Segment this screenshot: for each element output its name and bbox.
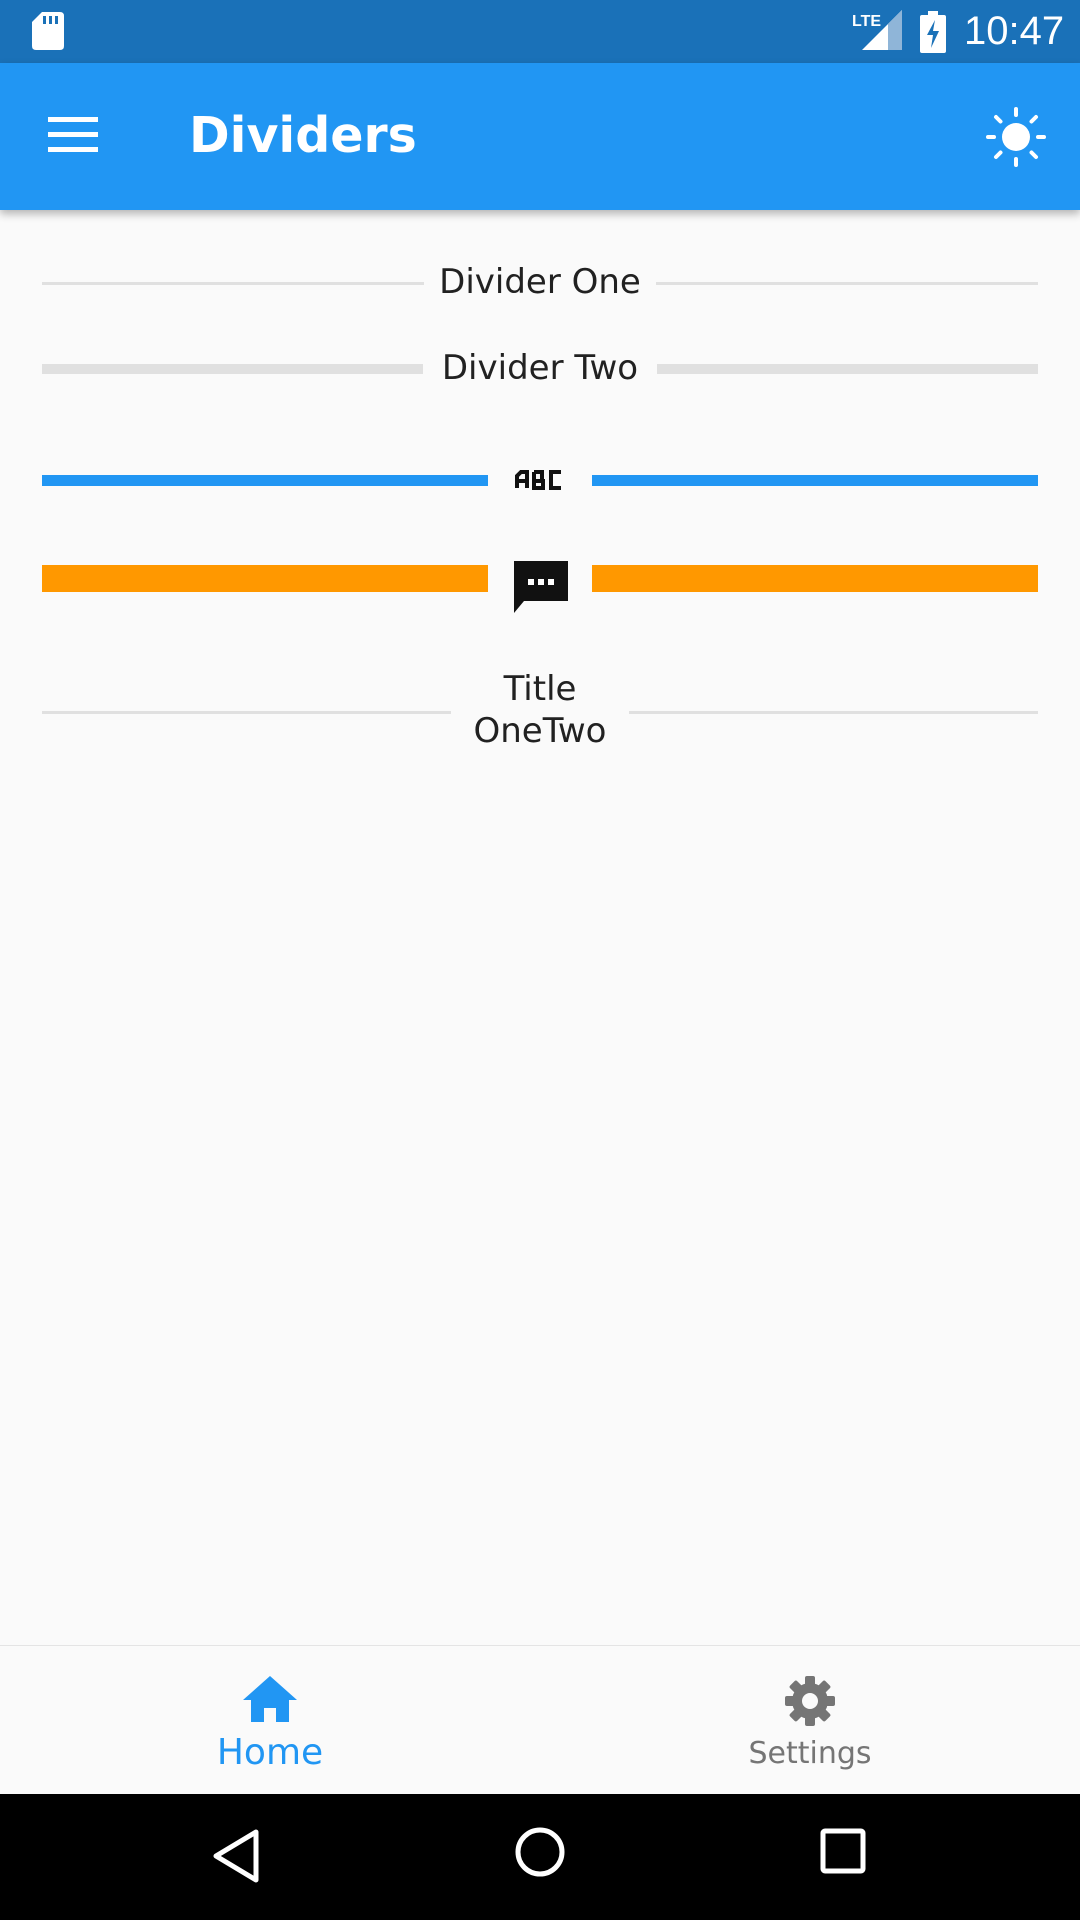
abc-icon — [514, 464, 566, 501]
sd-card-icon — [32, 12, 64, 55]
network-label: LTE — [852, 13, 881, 30]
divider-line-right — [629, 711, 1038, 714]
divider-list: Divider One Divider Two Title OneTwo — [0, 210, 1080, 1645]
divider-line-right — [656, 282, 1038, 285]
settings-icon — [783, 1674, 837, 1733]
page-title: Dividers — [189, 107, 417, 164]
divider-title-label: Title OneTwo — [451, 668, 629, 752]
battery-charging-icon — [920, 11, 946, 58]
screen: LTE 10:47 Dividers Divider One Divider T… — [0, 0, 1080, 1920]
chat-bubble-icon — [514, 561, 568, 618]
divider-line-left — [42, 475, 488, 486]
status-bar: LTE 10:47 — [0, 0, 1080, 63]
divider-two: Divider Two — [42, 347, 1038, 407]
divider-label: Divider One — [439, 262, 641, 302]
nav-label-home: Home — [216, 1732, 324, 1773]
home-circle-icon[interactable] — [514, 1826, 566, 1883]
nav-label-settings: Settings — [748, 1736, 872, 1771]
bottom-navigation: Home Settings — [0, 1645, 1080, 1794]
divider-title: Title OneTwo — [42, 668, 1038, 768]
divider-line-right — [657, 364, 1038, 374]
recents-icon[interactable] — [820, 1828, 866, 1879]
divider-line-left — [42, 711, 451, 714]
clock: 10:47 — [964, 9, 1065, 53]
system-nav-bar — [0, 1794, 1080, 1920]
menu-icon[interactable] — [48, 117, 98, 158]
divider-line-left — [42, 364, 423, 374]
brightness-icon[interactable] — [986, 107, 1046, 172]
divider-line-right — [592, 475, 1038, 486]
divider-chat — [42, 547, 1038, 627]
home-icon — [243, 1676, 297, 1727]
divider-line-right — [592, 565, 1038, 592]
app-bar: Dividers — [0, 63, 1080, 210]
divider-line-left — [42, 565, 488, 592]
divider-label-line2: OneTwo — [473, 711, 607, 751]
lte-signal-icon: LTE — [850, 10, 902, 55]
divider-one: Divider One — [42, 253, 1038, 303]
divider-abc — [42, 435, 1038, 515]
divider-label-line1: Title — [503, 669, 577, 709]
nav-item-home[interactable]: Home — [0, 1646, 540, 1795]
back-icon[interactable] — [212, 1828, 260, 1889]
divider-line-left — [42, 282, 424, 285]
divider-label: Divider Two — [441, 348, 639, 388]
nav-item-settings[interactable]: Settings — [540, 1646, 1080, 1795]
